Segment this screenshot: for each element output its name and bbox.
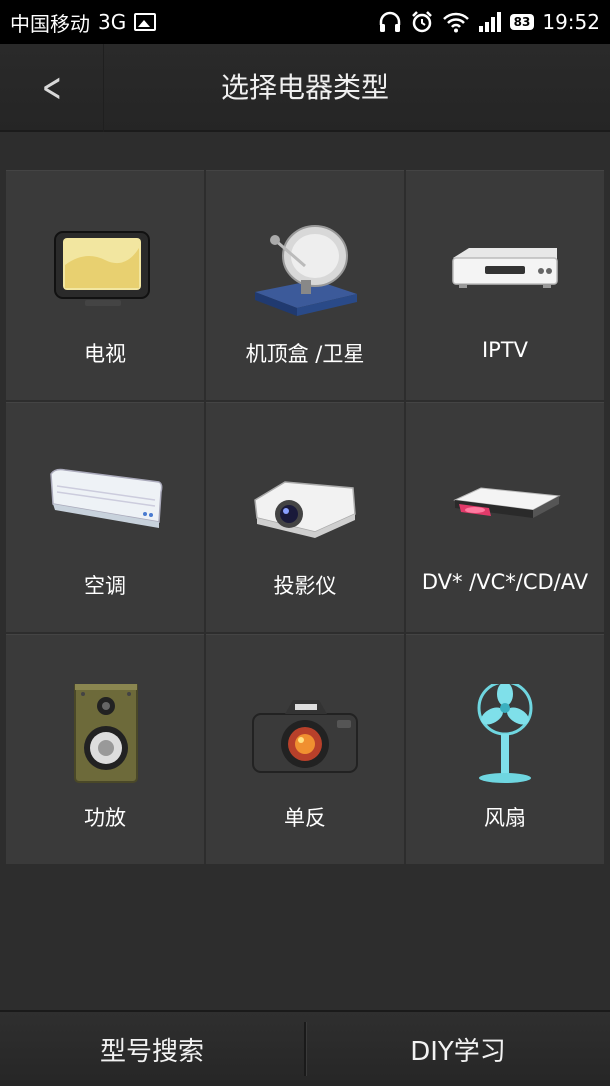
carrier-name: 中国移动 (10, 11, 90, 36)
iptv-box-icon (452, 248, 558, 288)
status-left: 中国移动 3G (10, 8, 157, 37)
status-right: 83 19:52 (378, 10, 600, 34)
device-type-grid: 电视 机顶盒 /卫星 IPTV 空调 投影仪 DV* /VC*/CD/AV 功放… (6, 170, 604, 864)
device-label: 风扇 (484, 806, 526, 830)
image-icon (134, 13, 157, 31)
device-tile-air-conditioner[interactable]: 空调 (6, 402, 204, 632)
dslr-camera-icon (252, 700, 358, 773)
chevron-left-icon: < (41, 65, 62, 111)
clock: 19:52 (542, 10, 600, 34)
projector-icon (254, 481, 356, 538)
back-button[interactable]: < (0, 44, 104, 132)
dvd-player-icon (453, 487, 561, 518)
device-label: 机顶盒 /卫星 (245, 342, 365, 366)
device-tile-projector[interactable]: 投影仪 (206, 402, 404, 632)
device-tile-tv[interactable]: 电视 (6, 170, 204, 400)
alarm-icon (411, 11, 432, 33)
device-label: IPTV (481, 338, 529, 362)
fan-icon (477, 684, 533, 783)
headphones-icon (379, 11, 400, 32)
device-label: 单反 (284, 806, 326, 830)
device-tile-dvd[interactable]: DV* /VC*/CD/AV (406, 402, 604, 632)
device-label: 电视 (84, 342, 126, 366)
speaker-icon (74, 684, 138, 783)
device-tile-fan[interactable]: 风扇 (406, 634, 604, 864)
device-tile-dslr[interactable]: 单反 (206, 634, 404, 864)
bottom-bar: 型号搜索 DIY学习 (0, 1010, 610, 1086)
model-search-button[interactable]: 型号搜索 (0, 1012, 304, 1086)
device-tile-set-top-box[interactable]: 机顶盒 /卫星 (206, 170, 404, 400)
battery-icon: 83 (509, 14, 535, 30)
device-tile-iptv[interactable]: IPTV (406, 170, 604, 400)
device-label: DV* /VC*/CD/AV (421, 570, 589, 594)
device-label: 空调 (84, 574, 126, 598)
status-bar: 中国移动 3G 83 19:52 (0, 0, 610, 44)
satellite-dish-icon (255, 225, 357, 316)
app-header: < 选择电器类型 (0, 44, 610, 132)
screen: 中国移动 3G 83 19:52 < 选择电器类型 电视 机顶盒 /卫星 IPT… (0, 0, 610, 1086)
device-label: 投影仪 (273, 574, 337, 598)
tv-icon (54, 231, 150, 306)
device-tile-amplifier[interactable]: 功放 (6, 634, 204, 864)
wifi-icon (442, 12, 469, 33)
air-conditioner-icon (50, 468, 163, 528)
signal-icon (478, 12, 501, 32)
network-type: 3G (98, 10, 127, 34)
diy-learn-button[interactable]: DIY学习 (306, 1012, 610, 1086)
device-label: 功放 (84, 806, 126, 830)
